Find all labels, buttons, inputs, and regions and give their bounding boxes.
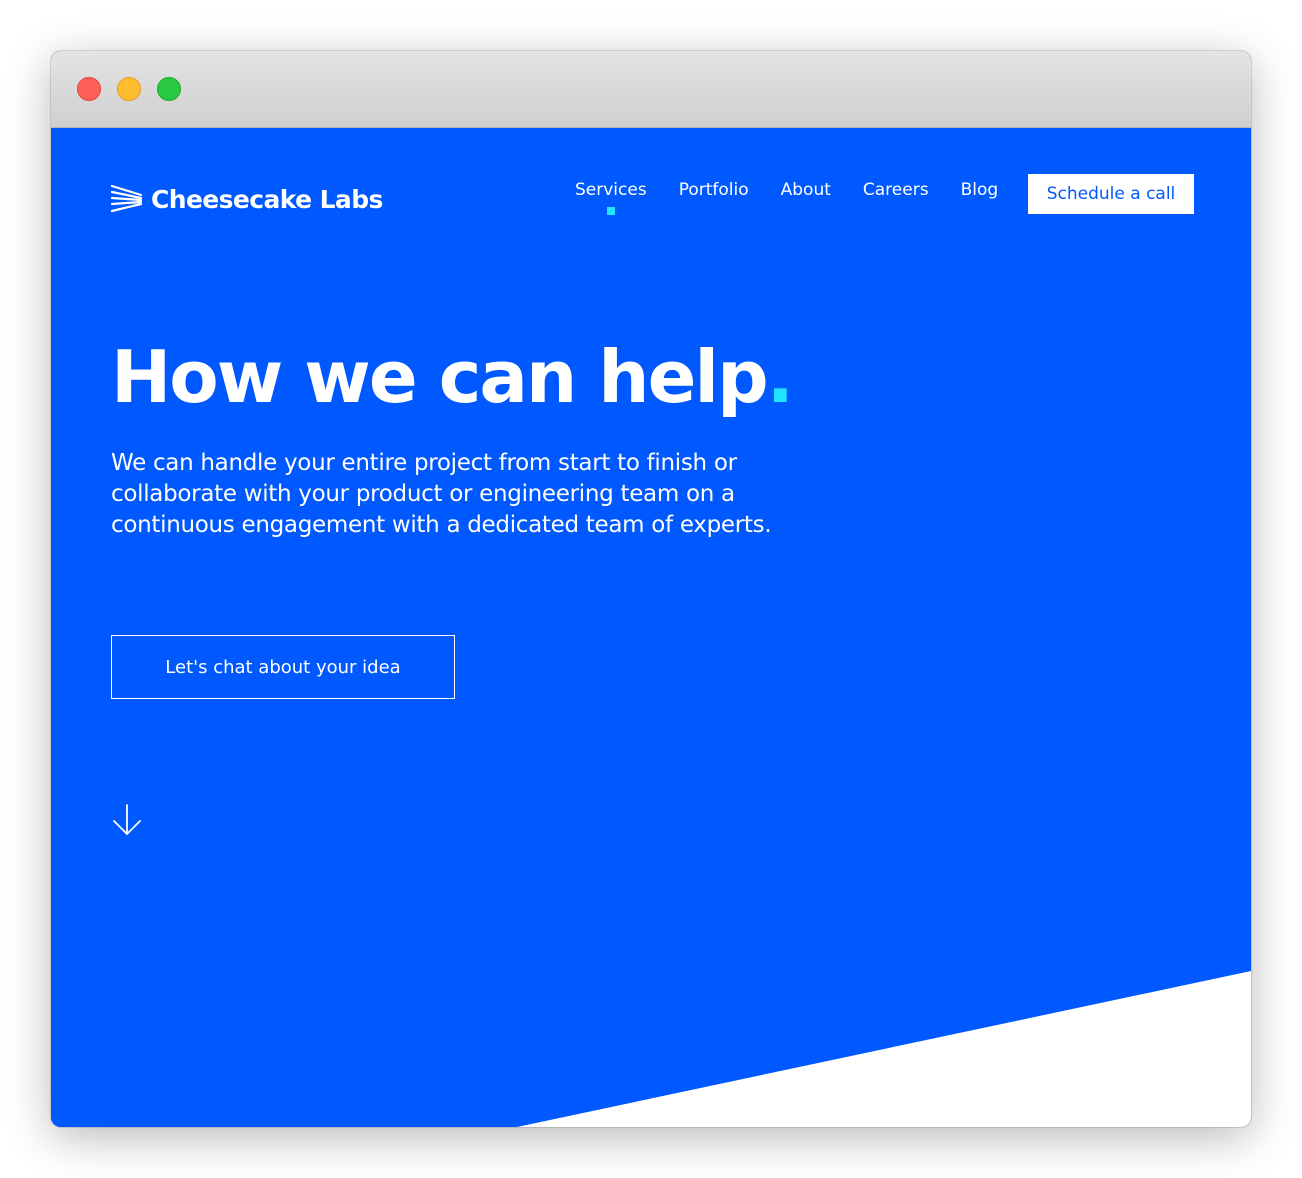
- active-indicator: [606, 207, 615, 215]
- nav-item-label: About: [780, 180, 831, 200]
- page-title-text: How we can help: [111, 335, 769, 419]
- window-titlebar: [51, 51, 1251, 128]
- hero-description: We can handle your entire project from s…: [111, 450, 772, 538]
- minimize-window-button[interactable]: [117, 77, 141, 101]
- chat-about-idea-button[interactable]: Let's chat about your idea: [111, 635, 455, 699]
- close-window-button[interactable]: [77, 77, 101, 101]
- title-accent-dot: .: [766, 335, 794, 419]
- nav-item-label: Services: [575, 180, 647, 200]
- schedule-call-button[interactable]: Schedule a call: [1028, 174, 1194, 214]
- nav-item-label: Portfolio: [678, 180, 749, 200]
- nav-item-blog[interactable]: Blog: [961, 180, 999, 200]
- browser-window: Cheesecake Labs Services Portfolio About…: [51, 51, 1251, 1127]
- nav-item-careers[interactable]: Careers: [863, 180, 929, 200]
- nav-item-services[interactable]: Services: [575, 180, 647, 215]
- arrow-down-icon[interactable]: [112, 804, 142, 836]
- nav-item-label: Blog: [960, 180, 999, 200]
- brand-name: Cheesecake Labs: [151, 184, 383, 214]
- main-nav: Services Portfolio About Careers Blog: [575, 180, 1030, 215]
- maximize-window-button[interactable]: [157, 77, 181, 101]
- brand-logo[interactable]: Cheesecake Labs: [111, 184, 383, 214]
- nav-item-portfolio[interactable]: Portfolio: [679, 180, 749, 200]
- nav-item-label: Careers: [862, 180, 929, 200]
- stripes-logo-icon: [111, 184, 143, 213]
- page-title: How we can help.: [111, 332, 794, 422]
- page-viewport: Cheesecake Labs Services Portfolio About…: [51, 128, 1251, 1127]
- white-slant-shape: [517, 971, 1251, 1127]
- nav-item-about[interactable]: About: [781, 180, 831, 200]
